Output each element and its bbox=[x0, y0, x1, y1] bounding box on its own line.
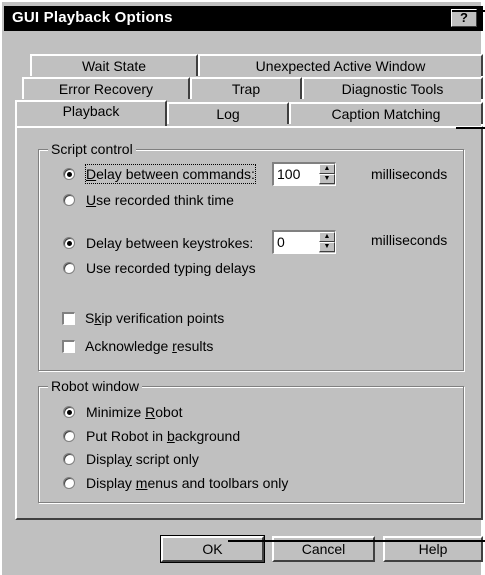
radio-unselected-icon bbox=[63, 194, 75, 206]
skip-verification-points-label: Skip verification points bbox=[85, 310, 225, 326]
acknowledge-results-label: Acknowledge results bbox=[85, 338, 214, 354]
tab-unexpected-active-window[interactable]: Unexpected Active Window bbox=[198, 54, 483, 76]
keystrokes-unit-label: milliseconds bbox=[371, 232, 448, 248]
minimize-robot-label: Minimize Robot bbox=[86, 404, 183, 420]
use-recorded-think-time-label: Use recorded think time bbox=[86, 192, 234, 208]
tab-trap[interactable]: Trap bbox=[190, 77, 302, 99]
radio-selected-icon bbox=[63, 406, 75, 418]
commands-delay-spinner[interactable]: 100 ▲ ▼ bbox=[272, 162, 336, 186]
radio-unselected-icon bbox=[63, 430, 75, 442]
window-title: GUI Playback Options bbox=[12, 9, 173, 26]
display-script-only-label: Display script only bbox=[86, 451, 199, 467]
radio-unselected-icon bbox=[63, 453, 75, 465]
display-menus-and-toolbars-label: Display menus and toolbars only bbox=[86, 475, 289, 491]
playback-options-dialog: GUI Playback Options ? Wait State Unexpe… bbox=[0, 0, 483, 575]
radio-unselected-icon bbox=[63, 262, 75, 274]
put-robot-in-background-label: Put Robot in background bbox=[86, 428, 241, 444]
callout-line-ok bbox=[228, 540, 485, 542]
commands-unit-label: milliseconds bbox=[371, 166, 448, 182]
commands-delay-value[interactable]: 100 bbox=[277, 165, 300, 183]
robot-window-label: Robot window bbox=[48, 378, 142, 394]
spin-down-icon[interactable]: ▼ bbox=[319, 174, 335, 184]
callout-line-tabs bbox=[456, 127, 485, 129]
tab-error-recovery[interactable]: Error Recovery bbox=[22, 77, 190, 99]
spin-down-icon[interactable]: ▼ bbox=[319, 242, 335, 252]
keystrokes-delay-spinner[interactable]: 0 ▲ ▼ bbox=[272, 230, 336, 254]
title-bar: GUI Playback Options ? bbox=[4, 6, 483, 31]
delay-between-keystrokes-label: Delay between keystrokes: bbox=[86, 235, 254, 251]
use-recorded-typing-delays-label: Use recorded typing delays bbox=[86, 260, 256, 276]
radio-selected-icon bbox=[63, 168, 75, 180]
keystrokes-delay-value[interactable]: 0 bbox=[277, 233, 285, 251]
tab-diagnostic-tools[interactable]: Diagnostic Tools bbox=[302, 77, 483, 99]
tab-playback[interactable]: Playback bbox=[15, 100, 167, 126]
delay-between-commands-label: Delay between commands: bbox=[85, 164, 256, 184]
tab-log[interactable]: Log bbox=[167, 102, 289, 124]
radio-selected-icon bbox=[63, 237, 75, 249]
spin-up-icon[interactable]: ▲ bbox=[319, 164, 335, 174]
checkbox-unchecked-icon bbox=[62, 312, 75, 325]
spin-up-icon[interactable]: ▲ bbox=[319, 232, 335, 242]
tab-caption-matching[interactable]: Caption Matching bbox=[289, 102, 483, 124]
checkbox-unchecked-icon bbox=[62, 340, 75, 353]
tab-wait-state[interactable]: Wait State bbox=[30, 54, 198, 76]
script-control-label: Script control bbox=[48, 141, 136, 157]
callout-line-title bbox=[452, 10, 485, 12]
radio-unselected-icon bbox=[63, 477, 75, 489]
